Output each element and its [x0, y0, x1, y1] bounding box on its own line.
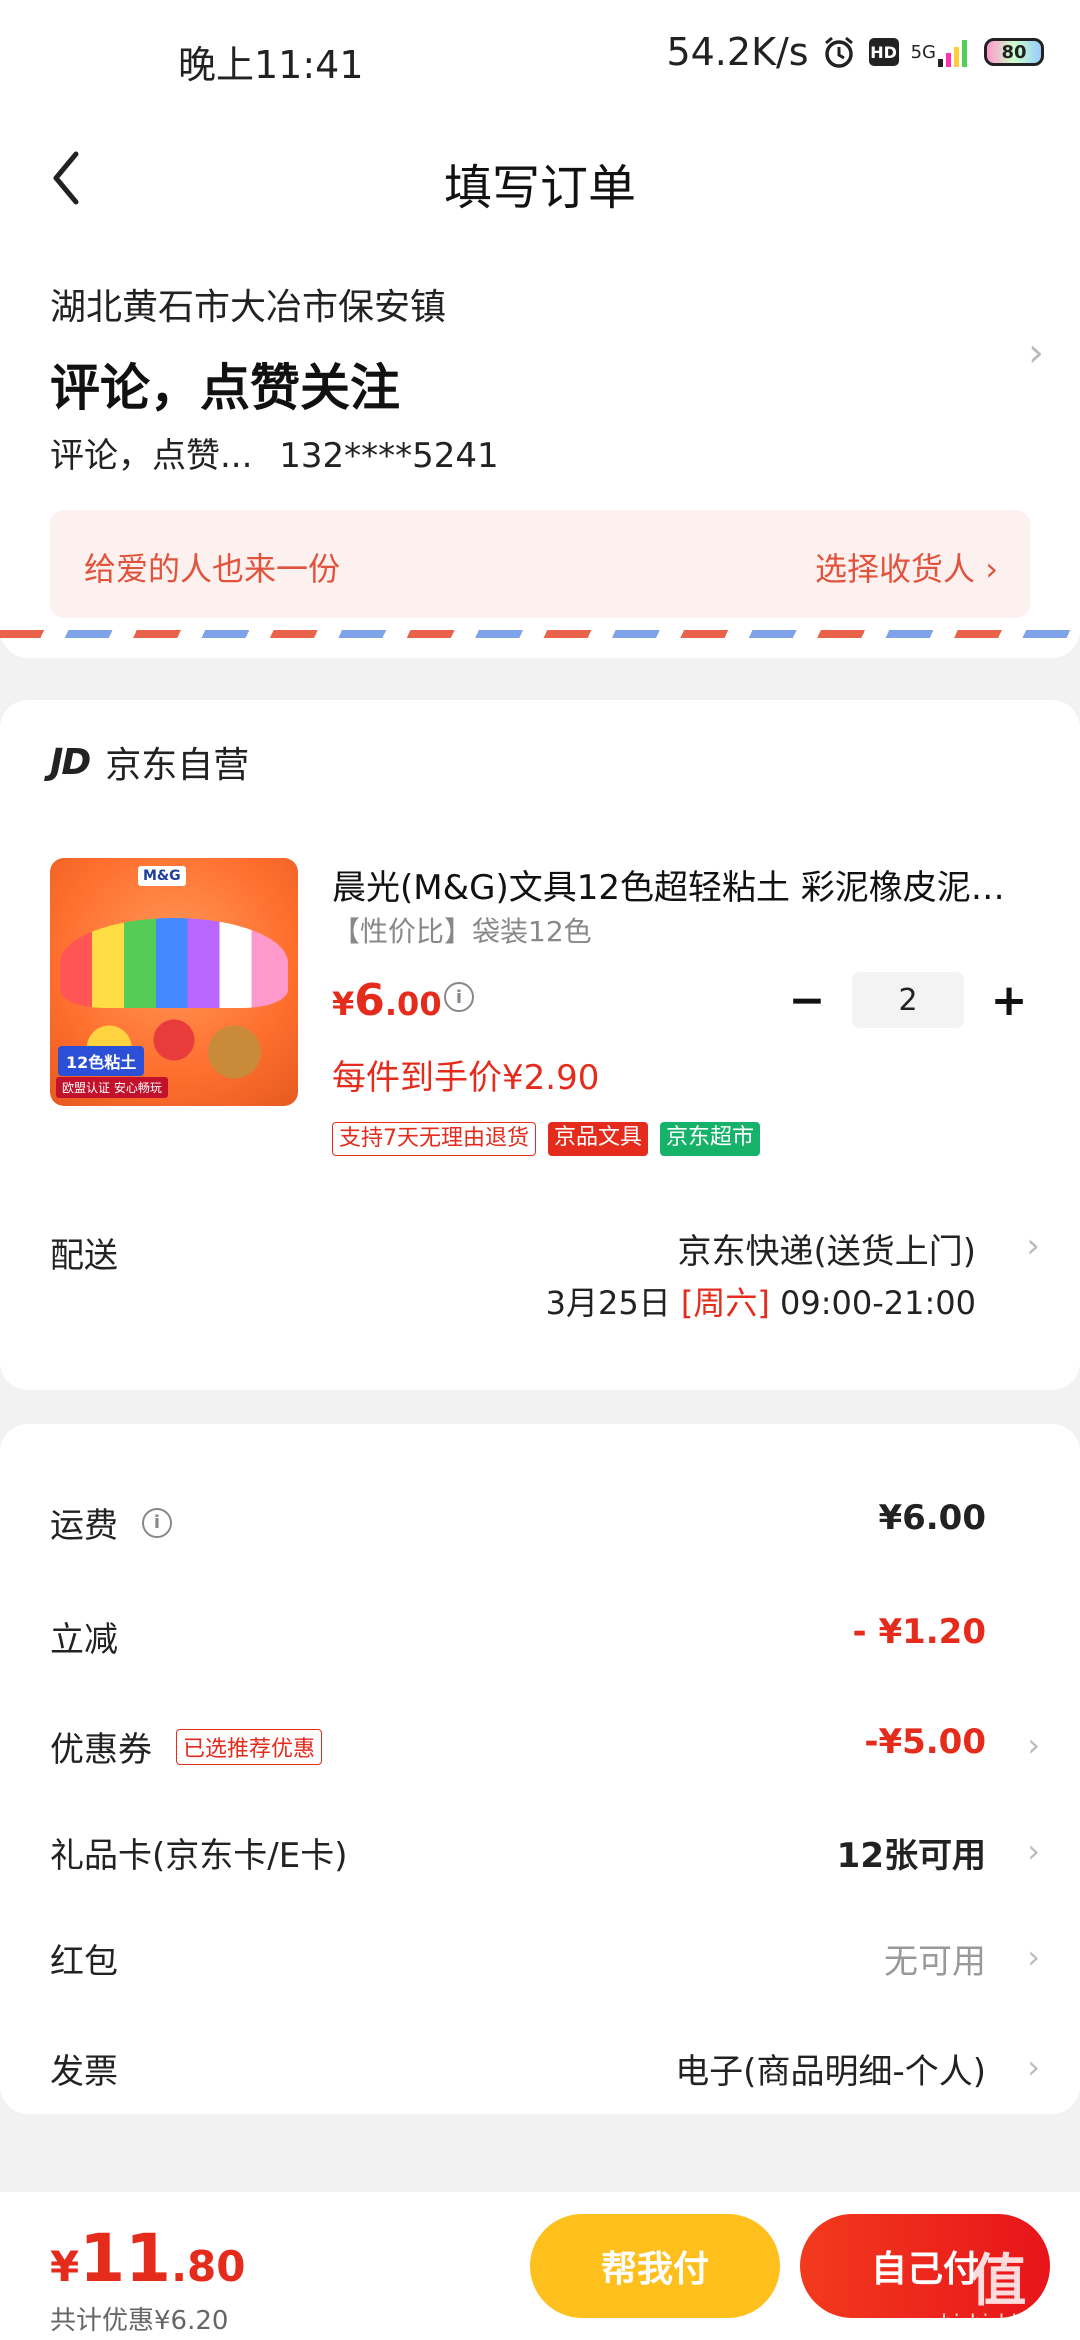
total-discount: 共计优惠¥6.20 — [50, 2306, 229, 2336]
quantity-stepper: − 2 + — [782, 972, 1034, 1028]
watermark: 值 zhizhizhi.com — [930, 2249, 1066, 2335]
total-currency: ¥ — [50, 2242, 80, 2291]
address-detail: 评论，点赞关注 — [50, 359, 400, 417]
delivery-window: 09:00-21:00 — [780, 1284, 976, 1322]
price-decimal: .00 — [384, 985, 442, 1023]
total-price: ¥ 11 .80 — [50, 2220, 246, 2297]
red-packet-value: 无可用 — [884, 1942, 986, 1982]
instant-discount-value: - ¥1.20 — [852, 1612, 987, 1652]
status-time: 晚上11:41 — [178, 43, 364, 87]
instant-discount-row: 立减 - ¥1.20 — [0, 1606, 1080, 1666]
chevron-right-icon: › — [1026, 1226, 1040, 1266]
gift-banner[interactable]: 给爱的人也来一份 选择收货人 › — [50, 510, 1030, 618]
gift-card-row[interactable]: 礼品卡(京东卡/E卡) 12张可用 › — [0, 1822, 1080, 1882]
chevron-right-icon: › — [1028, 330, 1044, 376]
shop-header: JD 京东自营 — [50, 736, 249, 788]
network-speed: 54.2K/s — [666, 30, 809, 74]
info-icon[interactable]: i — [142, 1507, 172, 1538]
fee-card: 运费 i ¥6.00 立减 - ¥1.20 优惠券 已选推荐优惠 -¥5.00 … — [0, 1424, 1080, 2114]
coupon-label-group: 优惠券 已选推荐优惠 — [50, 1722, 323, 1771]
pay-for-me-button[interactable]: 帮我付 — [530, 2214, 780, 2318]
choose-recipient-link[interactable]: 选择收货人 › — [815, 544, 998, 590]
total-integer: 11 — [79, 2220, 172, 2297]
gift-card-label: 礼品卡(京东卡/E卡) — [50, 1836, 348, 1876]
airmail-stripe — [0, 630, 1080, 638]
increase-button[interactable]: + — [984, 975, 1034, 1026]
shipping-fee-value: ¥6.00 — [878, 1498, 986, 1538]
red-packet-label: 红包 — [50, 1942, 118, 1982]
status-bar: 晚上11:41 54.2K/s HD 5G 80 — [0, 0, 1080, 118]
clay-pile-graphic — [60, 918, 288, 1008]
chevron-right-icon: › — [1027, 2048, 1040, 2086]
product-image[interactable]: M&G 12色粘土 欧盟认证 安心畅玩 — [50, 858, 298, 1106]
delivery-label: 配送 — [50, 1236, 118, 1276]
shop-name: 京东自营 — [105, 745, 250, 786]
invoice-row[interactable]: 发票 电子(商品明细-个人) › — [0, 2038, 1080, 2098]
hd-icon: HD — [868, 38, 899, 66]
recipient-name: 评论，点赞... — [50, 436, 253, 476]
address-card[interactable]: 湖北黄石市大冶市保安镇 评论，点赞关注 评论，点赞... 132****5241… — [0, 238, 1080, 658]
recipient-phone: 132****5241 — [279, 436, 499, 476]
page-header: 填写订单 — [0, 118, 1080, 238]
chevron-right-icon: › — [1027, 1832, 1040, 1870]
watermark-url: zhizhizhi.com — [930, 2310, 1066, 2334]
red-packet-row[interactable]: 红包 无可用 › — [0, 1928, 1080, 1988]
chevron-right-icon: › — [1027, 1726, 1040, 1764]
coupon-value: -¥5.00 — [864, 1722, 986, 1762]
jd-supermarket-tag: 京东超市 — [660, 1122, 761, 1156]
quantity-input[interactable]: 2 — [852, 972, 964, 1028]
product-price: ¥ 6 .00 — [332, 975, 442, 1026]
shipping-fee-label-group: 运费 i — [50, 1498, 172, 1547]
product-image-badge: 12色粘土 — [58, 1046, 145, 1076]
total-decimal: .80 — [171, 2242, 246, 2291]
coupon-label: 优惠券 — [50, 1730, 152, 1770]
product-card: JD 京东自营 M&G 12色粘土 欧盟认证 安心畅玩 晨光(M&G)文具12色… — [0, 700, 1080, 1390]
product-title[interactable]: 晨光(M&G)文具12色超轻粘土 彩泥橡皮泥… — [332, 860, 1032, 909]
signal-icon: 5G — [911, 37, 972, 67]
address-region: 湖北黄石市大冶市保安镇 — [50, 287, 447, 328]
chevron-right-icon: › — [1027, 1938, 1040, 1976]
price-currency: ¥ — [332, 985, 355, 1023]
alarm-icon — [821, 34, 857, 70]
coupon-row[interactable]: 优惠券 已选推荐优惠 -¥5.00 › — [0, 1716, 1080, 1776]
delivery-method[interactable]: 京东快递(送货上门) — [677, 1224, 976, 1273]
signal-label: 5G — [910, 41, 936, 63]
decrease-button[interactable]: − — [782, 975, 832, 1026]
battery-icon: 80 — [984, 38, 1044, 66]
shipping-fee-row: 运费 i ¥6.00 — [0, 1492, 1080, 1552]
unit-price: 每件到手价¥2.90 — [332, 1058, 600, 1098]
info-icon[interactable]: i — [444, 982, 474, 1012]
return-policy-tag: 支持7天无理由退货 — [332, 1122, 536, 1156]
product-image-subbadge: 欧盟认证 安心畅玩 — [56, 1077, 168, 1098]
watermark-glyph: 值 — [970, 2249, 1027, 2314]
gift-card-value: 12张可用 — [836, 1836, 986, 1876]
shipping-fee-label: 运费 — [50, 1506, 118, 1546]
status-indicators: 54.2K/s HD 5G 80 — [666, 30, 1044, 74]
product-spec[interactable]: 【性价比】袋装12色 — [332, 910, 592, 950]
jingpin-tag: 京品文具 — [548, 1122, 649, 1156]
jd-logo-icon: JD — [50, 741, 91, 783]
delivery-date: 3月25日 — [545, 1284, 671, 1322]
product-tags: 支持7天无理由退货 京品文具 京东超市 — [332, 1122, 761, 1156]
coupon-recommended-tag: 已选推荐优惠 — [176, 1728, 323, 1765]
delivery-weekday: [周六] — [680, 1284, 770, 1322]
checkout-bar: ¥ 11 .80 共计优惠¥6.20 帮我付 自己付 值 zhizhizhi.c… — [0, 2192, 1080, 2340]
instant-discount-label: 立减 — [50, 1620, 118, 1660]
invoice-value: 电子(商品明细-个人) — [675, 2052, 986, 2092]
page-title: 填写订单 — [443, 160, 636, 216]
price-integer: 6 — [354, 975, 385, 1026]
delivery-time[interactable]: 3月25日 [周六] 09:00-21:00 — [546, 1278, 976, 1324]
gift-banner-text: 给爱的人也来一份 — [84, 550, 341, 588]
product-brand-logo: M&G — [138, 866, 186, 886]
invoice-label: 发票 — [50, 2052, 118, 2092]
address-contact: 评论，点赞... 132****5241 — [50, 428, 515, 477]
